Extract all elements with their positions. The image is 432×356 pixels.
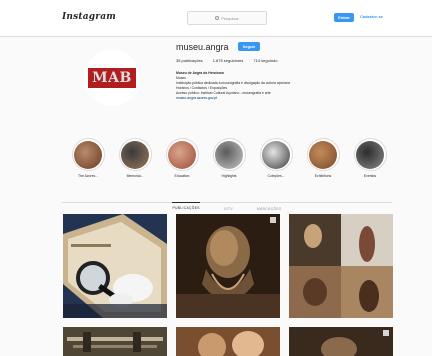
posts-count: 35 publicações: [176, 58, 203, 63]
profile-bio: Museu de Angra do Heroísmo Museu Institu…: [176, 71, 386, 101]
figure-image: [176, 327, 280, 356]
search-placeholder: Pesquisar: [221, 15, 239, 21]
highlight-label: Coleções...: [267, 174, 285, 178]
top-navigation-bar: Instagram Pesquisar Entrar Cadastre-se: [0, 0, 432, 37]
collage-image: [289, 214, 393, 318]
post-thumbnail[interactable]: [289, 327, 393, 356]
follow-button[interactable]: Seguir: [238, 42, 260, 51]
tab-igtv[interactable]: IGTV: [224, 204, 233, 211]
sculpture-image: [176, 214, 280, 318]
story-highlight[interactable]: Educativo: [164, 138, 200, 178]
signup-link[interactable]: Cadastre-se: [360, 14, 383, 19]
following-count[interactable]: 714 seguindo: [253, 58, 277, 63]
profile-tabs: PUBLICAÇÕES IGTV MARCAÇÕES: [62, 202, 392, 211]
highlight-label: Eventos: [363, 174, 377, 178]
highlight-thumbnail: [168, 140, 196, 169]
highlight-cover: [118, 138, 152, 171]
story-highlight[interactable]: Exhibitions: [305, 138, 341, 178]
highlight-thumbnail: [356, 140, 384, 169]
highlight-thumbnail: [262, 140, 290, 169]
museum-logo: MAB: [88, 68, 136, 88]
instagram-profile-page: Instagram Pesquisar Entrar Cadastre-se M…: [0, 0, 432, 356]
profile-avatar: MAB: [84, 50, 140, 106]
tab-tagged[interactable]: MARCAÇÕES: [257, 204, 282, 211]
highlight-label: Highlights: [221, 174, 237, 178]
search-input[interactable]: Pesquisar: [187, 11, 267, 25]
highlight-label: Memorial...: [126, 174, 144, 178]
figure-dark-image: [289, 327, 393, 356]
story-highlight[interactable]: Eventos: [352, 138, 388, 178]
highlight-label: Educativo: [174, 174, 190, 178]
highlight-thumbnail: [74, 140, 102, 169]
highlight-label: The Azores...: [78, 174, 98, 178]
search-icon: [215, 16, 220, 20]
highlight-cover: [71, 138, 105, 171]
highlight-cover: [212, 138, 246, 171]
story-highlight[interactable]: Memorial...: [117, 138, 153, 178]
highlight-thumbnail: [121, 140, 149, 169]
post-thumbnail[interactable]: [289, 214, 393, 318]
story-highlights: The Azores... Memorial... Educativo Highlig…: [70, 138, 390, 182]
post-thumbnail[interactable]: [63, 214, 167, 318]
bio-link[interactable]: museu-angra.azores.gov.pt: [176, 96, 386, 101]
magnifying-glass-image: [63, 214, 167, 318]
tab-posts[interactable]: PUBLICAÇÕES: [172, 202, 200, 211]
highlight-thumbnail: [309, 140, 337, 169]
highlight-cover: [306, 138, 340, 171]
post-thumbnail[interactable]: [176, 214, 280, 318]
highlight-cover: [353, 138, 387, 171]
highlight-thumbnail: [215, 140, 243, 169]
post-thumbnail[interactable]: [63, 327, 167, 356]
story-highlight[interactable]: Highlights: [211, 138, 247, 178]
profile-username: museu.angra: [176, 42, 229, 52]
story-highlight[interactable]: The Azores...: [70, 138, 106, 178]
tabs-divider: [62, 202, 392, 203]
instagram-logo[interactable]: Instagram: [62, 12, 116, 22]
swords-image: [63, 327, 167, 356]
post-thumbnail[interactable]: [176, 327, 280, 356]
profile-stats: 35 publicações 1.875 seguidores 714 segu…: [176, 58, 277, 63]
followers-count[interactable]: 1.875 seguidores: [213, 58, 244, 63]
highlight-cover: [165, 138, 199, 171]
story-highlight[interactable]: Coleções...: [258, 138, 294, 178]
login-button[interactable]: Entrar: [334, 13, 354, 22]
highlight-cover: [259, 138, 293, 171]
highlight-label: Exhibitions: [314, 174, 332, 178]
